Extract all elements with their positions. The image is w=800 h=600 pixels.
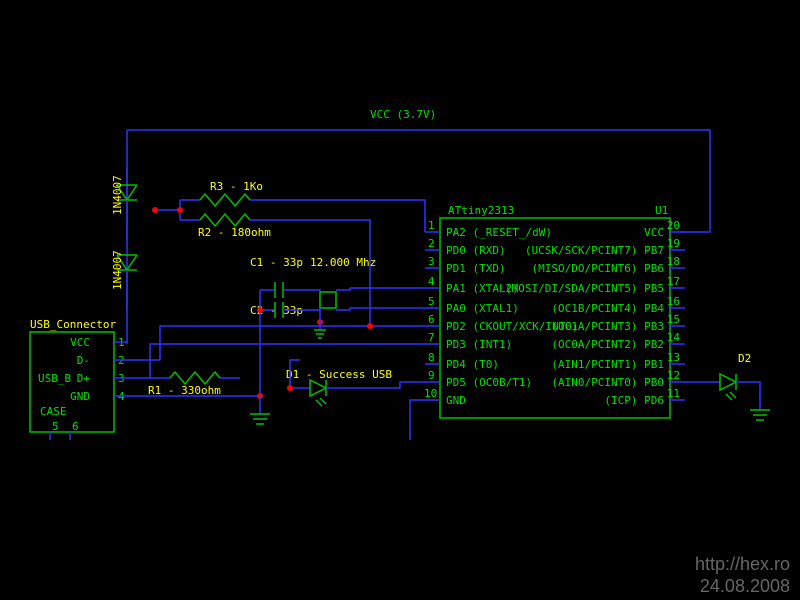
crystal-label: 12.000 Mhz: [310, 256, 376, 269]
ic-part: ATtiny2313: [448, 204, 514, 217]
ic-l-n8: 9: [428, 369, 435, 382]
ic-r-6: (OC0A/PCINT2) PB2: [551, 338, 664, 351]
usb-pin5: 5: [52, 420, 59, 433]
ic-l-7: PD4 (T0): [446, 358, 499, 371]
r1-label: R1 - 330ohm: [148, 384, 221, 397]
r3-label: R3 - 1Ko: [210, 180, 263, 193]
node: [177, 207, 183, 213]
ic-l-n0: 1: [428, 219, 435, 232]
usb-pin-vcc: VCC: [70, 336, 90, 349]
ic-l-4: PA0 (XTAL1): [446, 302, 519, 315]
ic-r-n6: 14: [667, 331, 681, 344]
footer-date: 24.08.2008: [700, 576, 790, 596]
ic-l-n6: 7: [428, 331, 435, 344]
ic-l-n3: 4: [428, 275, 435, 288]
ic-r-7: (AIN1/PCINT1) PB1: [551, 358, 664, 371]
d1-label: D1 - Success USB: [286, 368, 392, 381]
r2-label: R2 - 180ohm: [198, 226, 271, 239]
usb-pin-dminus: D-: [77, 354, 90, 367]
ic-l-n5: 6: [428, 313, 435, 326]
ic-l-n9: 10: [424, 387, 437, 400]
ic-r-3: (MOSI/DI/SDA/PCINT5) PB5: [505, 282, 664, 295]
ic-r-n1: 19: [667, 237, 680, 250]
diode-top-label: 1N4007: [111, 175, 124, 215]
resistor-r1: [150, 372, 240, 384]
usb-part: USB_B: [38, 372, 71, 385]
node: [257, 307, 263, 313]
node: [367, 323, 373, 329]
ic-r-4: (OC1B/PCINT4) PB4: [551, 302, 664, 315]
ic-r-1: (UCSK/SCK/PCINT7) PB7: [525, 244, 664, 257]
c1-label: C1 - 33p: [250, 256, 303, 269]
ic-r-n7: 13: [667, 351, 680, 364]
node: [287, 385, 293, 391]
led-d2: [685, 374, 770, 420]
ic-r-n2: 18: [667, 255, 680, 268]
usb-pin-case: CASE: [40, 405, 67, 418]
usb-title: USB_Connector: [30, 318, 116, 331]
node: [152, 207, 158, 213]
ic-r-8: (AIN0/PCINT0) PB0: [551, 376, 664, 389]
ic-ref: U1: [655, 204, 668, 217]
ic-r-0: VCC: [644, 226, 664, 239]
net-vcc-label: VCC (3.7V): [370, 108, 436, 121]
ic-r-n9: 11: [667, 387, 680, 400]
ic-r-5: (OC1A/PCINT3) PB3: [551, 320, 664, 333]
gnd-symbol: [250, 414, 270, 424]
ic-l-6: PD3 (INT1): [446, 338, 512, 351]
crystal: [300, 288, 425, 310]
cap-c1: [260, 282, 300, 298]
ic-r-n8: 12: [667, 369, 680, 382]
usb-pin-dplus: D+: [77, 372, 91, 385]
ic-r-2: (MISO/DO/PCINT6) PB6: [532, 262, 664, 275]
ic-l-1: PD0 (RXD): [446, 244, 506, 257]
ic-l-9: GND: [446, 394, 466, 407]
ic-l-2: PD1 (TXD): [446, 262, 506, 275]
ic-r-n0: 20: [667, 219, 680, 232]
ic-r-n3: 17: [667, 275, 680, 288]
ic-l-n1: 2: [428, 237, 435, 250]
usb-pin-gnd: GND: [70, 390, 90, 403]
ic-r-9: (ICP) PD6: [604, 394, 664, 407]
ic-l-n7: 8: [428, 351, 435, 364]
ic-l-n4: 5: [428, 295, 435, 308]
ic-l-8: PD5 (OC0B/T1): [446, 376, 532, 389]
ic-l-n2: 3: [428, 255, 435, 268]
ic-l-0: PA2 (_RESET_/dW): [446, 226, 552, 239]
diode-bottom-label: 1N4007: [111, 250, 124, 290]
ic-r-n5: 15: [667, 313, 680, 326]
led-d1: [290, 360, 425, 406]
ic-r-n4: 16: [667, 295, 680, 308]
footer-url: http://hex.ro: [695, 554, 790, 574]
usb-pin6: 6: [72, 420, 79, 433]
d2-label: D2: [738, 352, 751, 365]
